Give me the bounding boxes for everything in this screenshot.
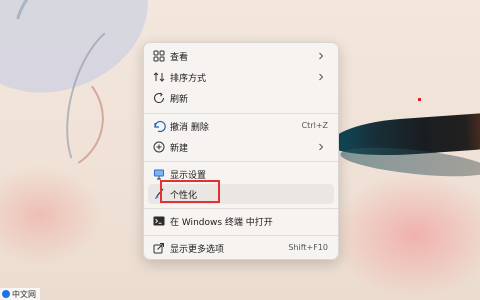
menu-item-shortcut: Ctrl+Z bbox=[301, 121, 328, 130]
menu-item-refresh[interactable]: 刷新 bbox=[148, 88, 334, 108]
sort-arrows-icon bbox=[153, 72, 165, 82]
menu-item-label: 排序方式 bbox=[170, 74, 207, 84]
menu-item-open-in-terminal[interactable]: 在 Windows 终端 中打开 bbox=[148, 211, 334, 231]
grid-view-icon bbox=[153, 50, 165, 62]
display-settings-icon bbox=[154, 169, 164, 180]
wallpaper-red-dot bbox=[418, 98, 421, 101]
chevron-right-icon bbox=[319, 143, 324, 151]
menu-separator bbox=[144, 113, 338, 114]
new-plus-icon bbox=[153, 141, 165, 153]
menu-item-view[interactable]: 查看 bbox=[148, 46, 334, 66]
watermark-text: 中文网 bbox=[12, 289, 36, 299]
menu-item-label: 在 Windows 终端 中打开 bbox=[170, 218, 273, 228]
undo-icon bbox=[154, 120, 166, 133]
menu-item-undo-delete[interactable]: 撤消 删除 Ctrl+Z bbox=[148, 116, 334, 136]
menu-item-shortcut: Shift+F10 bbox=[288, 243, 328, 252]
desktop-context-menu: 查看 排序方式 刷新 撤消 删除 Ctrl+Z 新建 显示设置 个性化 在 Wi… bbox=[143, 42, 339, 260]
menu-item-label: 刷新 bbox=[170, 95, 189, 105]
menu-item-label: 撤消 删除 bbox=[170, 123, 209, 133]
watermark: 中文网 bbox=[0, 288, 40, 300]
menu-separator bbox=[144, 235, 338, 236]
refresh-icon bbox=[154, 92, 165, 104]
chevron-right-icon bbox=[319, 73, 324, 81]
chevron-right-icon bbox=[319, 52, 324, 60]
menu-item-label: 查看 bbox=[170, 53, 189, 63]
menu-item-new[interactable]: 新建 bbox=[148, 137, 334, 157]
menu-item-label: 新建 bbox=[170, 144, 189, 154]
watermark-logo-icon bbox=[2, 290, 10, 298]
annotation-highlight-box bbox=[160, 180, 220, 203]
menu-item-show-more-options[interactable]: 显示更多选项 Shift+F10 bbox=[148, 238, 334, 258]
menu-item-sort-by[interactable]: 排序方式 bbox=[148, 67, 334, 87]
menu-item-label: 显示更多选项 bbox=[170, 245, 225, 255]
more-options-icon bbox=[153, 243, 164, 254]
terminal-icon bbox=[153, 216, 165, 226]
menu-separator bbox=[144, 208, 338, 209]
menu-separator bbox=[144, 161, 338, 162]
